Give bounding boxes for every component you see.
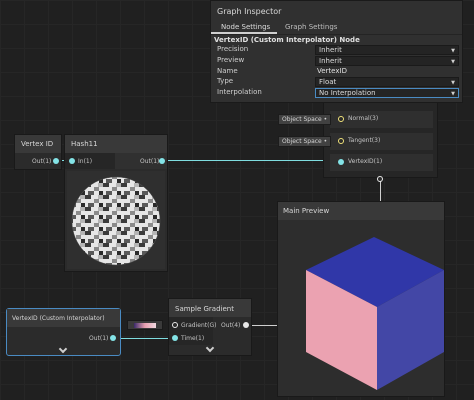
vertex-id-out-port[interactable] [53,158,59,164]
gradient-in-label: Gradient(G) [181,322,217,329]
name-label: Name [217,67,238,75]
connector-dot-icon: • [323,138,328,145]
sample-gradient-out-label: Out(4) [221,322,241,329]
gradient-swatch[interactable] [127,320,163,330]
precision-label: Precision [217,45,249,53]
hash-sphere-preview [71,176,161,266]
preview-dropdown[interactable]: Inherit ▼ [315,56,459,66]
precision-dropdown[interactable]: Inherit ▼ [315,45,459,55]
tab-divider [211,34,462,35]
inspector-title: Graph Inspector [217,7,282,16]
interpolation-dropdown[interactable]: No Interpolation ▼ [315,88,459,98]
type-value: Float [319,78,337,86]
time-in-label: Time(1) [181,335,205,342]
dropdown-arrow-icon: ▼ [451,59,455,65]
precision-value: Inherit [319,46,342,54]
dropdown-arrow-icon: ▼ [451,48,455,54]
master-output-port[interactable] [377,176,383,182]
normal-port[interactable] [338,116,344,122]
main-preview-panel[interactable]: Main Preview [277,201,445,397]
tab-graph-settings[interactable]: Graph Settings [279,21,339,34]
dropdown-arrow-icon: ▼ [451,80,455,86]
graph-inspector[interactable]: Graph Inspector Node Settings Graph Sett… [210,0,463,103]
hash11-in-port[interactable] [69,158,75,164]
tab-node-settings-label: Node Settings [221,23,271,31]
collapse-chevron-icon[interactable] [205,343,215,353]
name-field[interactable]: VertexID [317,67,347,75]
tangent-label: Tangent(3) [348,137,381,144]
custom-interpolator-title: VertexID (Custom Interpolator) [12,315,105,322]
interpolation-value: No Interpolation [319,89,376,97]
hash11-out-label: Out(1) [140,158,160,165]
gradient-in-port[interactable] [172,322,178,328]
interpolation-label: Interpolation [217,88,262,96]
object-space-label: Object Space [282,116,322,123]
normal-label: Normal(3) [348,115,379,122]
cube-preview[interactable] [278,220,444,396]
hash11-preview [67,171,165,269]
gradient-swatch-fill [134,323,156,328]
tangent-port[interactable] [338,138,344,144]
hash11-out-port[interactable] [159,158,165,164]
master-slot-vertexid[interactable]: VertexID(1) [330,154,433,171]
wire-gradient-to-preview [248,325,278,326]
custom-interpolator-header: VertexID (Custom Interpolator) [7,309,120,327]
object-space-tag-normal[interactable]: Object Space • [278,114,332,125]
sample-gradient-title: Sample Gradient [169,299,251,317]
object-space-tag-tangent[interactable]: Object Space • [278,136,332,147]
custom-interpolator-out-label: Out(1) [89,335,109,342]
sample-gradient-node[interactable]: Sample Gradient Gradient(G) Time(1) Out(… [168,298,252,356]
vertex-id-node-title: Vertex ID [15,135,61,153]
preview-label: Preview [217,56,245,64]
hash11-node[interactable]: Hash11 In(1) Out(1) [64,134,168,272]
hash11-in-label: In(1) [78,158,93,165]
master-stack[interactable]: Normal(3) Tangent(3) VertexID(1) [323,96,438,178]
connector-dot-icon: • [323,116,328,123]
tab-graph-settings-label: Graph Settings [285,23,338,31]
vertexid-input-port[interactable] [338,159,344,165]
wire-custominterp-to-gradient [116,338,174,339]
master-slot-normal[interactable]: Normal(3) [330,111,433,128]
custom-interpolator-out-port[interactable] [110,335,116,341]
master-slot-tangent[interactable]: Tangent(3) [330,133,433,150]
sample-gradient-out-port[interactable] [243,322,249,328]
inspector-node-title: VertexID (Custom Interpolator) Node [214,36,360,44]
vertex-id-out-label: Out(1) [32,158,52,165]
custom-interpolator-node[interactable]: VertexID (Custom Interpolator) Out(1) [6,308,121,356]
wire-hash-to-master [163,160,337,161]
dropdown-arrow-icon: ▼ [451,91,455,97]
main-preview-header: Main Preview [278,202,444,220]
vertex-id-node[interactable]: Vertex ID Out(1) [14,134,62,170]
hash11-node-title: Hash11 [65,135,167,153]
type-dropdown[interactable]: Float ▼ [315,77,459,87]
time-in-port[interactable] [172,335,178,341]
main-preview-title: Main Preview [283,207,330,215]
tab-node-settings[interactable]: Node Settings [211,21,277,34]
object-space-label: Object Space [282,138,322,145]
type-label: Type [217,77,234,85]
vertexid-slot-label: VertexID(1) [348,158,383,165]
collapse-chevron-icon[interactable] [58,344,68,354]
wire-master-to-preview [380,180,381,202]
preview-value: Inherit [319,57,342,65]
